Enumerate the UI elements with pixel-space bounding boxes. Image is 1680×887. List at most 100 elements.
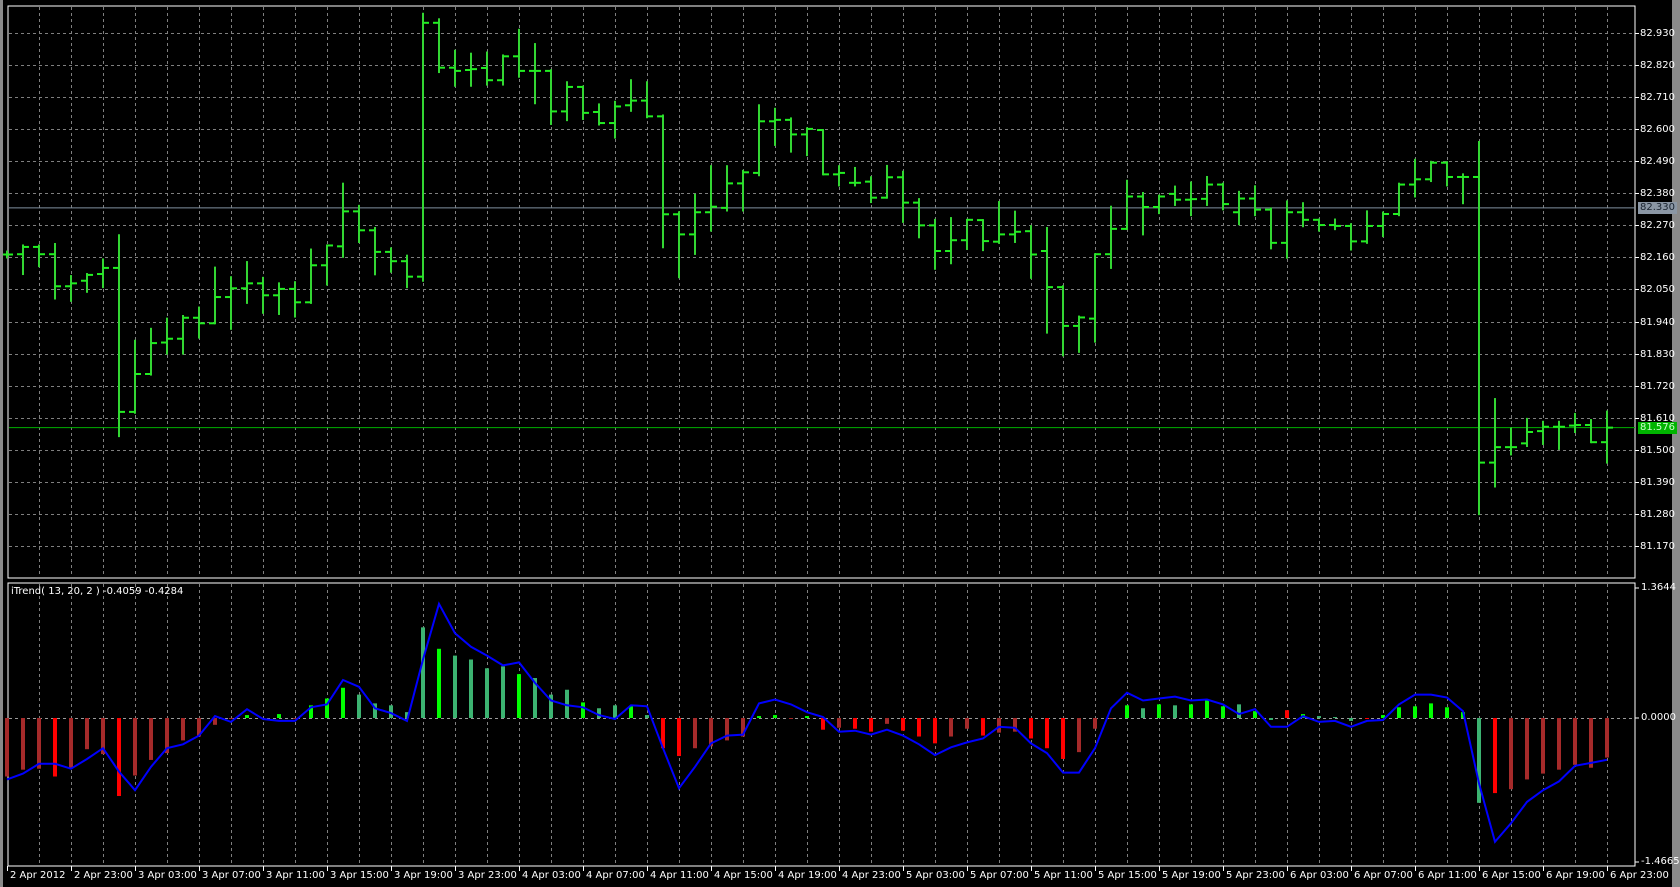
price-bar <box>593 103 605 126</box>
price-bar <box>1185 181 1197 217</box>
indicator-axis-label: -1.4665 <box>1641 856 1680 867</box>
indicator-histogram-bar <box>1605 718 1609 758</box>
indicator-histogram-bar <box>469 659 473 718</box>
price-bar <box>417 12 429 282</box>
price-bar <box>913 198 925 239</box>
indicator-histogram-bar <box>1269 718 1273 720</box>
price-bar <box>1393 182 1405 217</box>
price-axis-label: 82.930 <box>1640 27 1675 39</box>
indicator-histogram-bar <box>453 655 457 718</box>
indicator-histogram-bar <box>1589 718 1593 768</box>
level-price-label: 82.330 <box>1638 201 1677 214</box>
indicator-histogram-bar <box>773 715 777 718</box>
price-bar <box>1313 218 1325 232</box>
time-axis-label: 6 Apr 11:00 <box>1418 870 1477 881</box>
price-bar <box>113 234 125 438</box>
price-bar <box>321 244 333 286</box>
indicator-histogram-bar <box>341 687 345 718</box>
price-bar <box>817 129 829 176</box>
price-bar <box>1377 211 1389 238</box>
price-bar <box>481 51 493 86</box>
indicator-histogram-bar <box>1541 718 1545 774</box>
indicator-histogram-bar <box>1285 710 1289 718</box>
time-axis-label: 2 Apr 2012 <box>10 870 66 881</box>
time-axis-label: 5 Apr 15:00 <box>1098 870 1157 881</box>
indicator-histogram-bar <box>149 718 153 760</box>
indicator-histogram-bar <box>1109 718 1113 719</box>
indicator-histogram-bar <box>597 708 601 718</box>
indicator-histogram-bar <box>1141 708 1145 718</box>
time-axis-label: 4 Apr 11:00 <box>650 870 709 881</box>
price-bar <box>1137 192 1149 236</box>
time-axis-label: 4 Apr 19:00 <box>778 870 837 881</box>
indicator-histogram-bar <box>421 627 425 718</box>
time-axis-label: 3 Apr 07:00 <box>202 870 261 881</box>
indicator-axis-label: 1.3644 <box>1641 582 1676 593</box>
indicator-histogram-bar <box>1365 718 1369 719</box>
indicator-histogram-bar <box>1029 718 1033 739</box>
price-bar <box>1441 161 1453 187</box>
indicator-histogram-bar <box>917 718 921 737</box>
indicator-histogram-bar <box>789 718 793 719</box>
price-bar <box>1361 210 1373 244</box>
indicator-histogram-bar <box>1125 705 1129 718</box>
price-bar <box>1585 419 1597 444</box>
time-axis-label: 4 Apr 07:00 <box>586 870 645 881</box>
indicator-histogram-bar <box>901 718 905 731</box>
indicator-histogram-bar <box>1525 718 1529 780</box>
price-bar <box>1489 398 1501 488</box>
indicator-histogram-bar <box>1397 707 1401 718</box>
indicator-histogram-bar <box>437 648 441 718</box>
price-bar <box>673 211 685 279</box>
price-bar <box>977 219 989 252</box>
price-bar <box>49 243 61 300</box>
indicator-histogram-bar <box>1557 718 1561 770</box>
indicator-histogram-bar <box>229 718 233 719</box>
price-bar <box>1505 427 1517 456</box>
price-axis-label: 82.160 <box>1640 251 1675 263</box>
price-bar <box>1473 141 1485 516</box>
indicator-histogram-bar <box>1093 718 1097 729</box>
price-bar <box>161 317 173 355</box>
indicator-histogram-bar <box>805 716 809 718</box>
price-axis-label: 81.280 <box>1640 508 1675 520</box>
price-bar <box>1201 175 1213 206</box>
indicator-histogram-bar <box>357 694 361 718</box>
indicator-histogram-bar <box>5 718 9 777</box>
time-axis-label: 3 Apr 11:00 <box>266 870 325 881</box>
price-bar <box>1217 182 1229 211</box>
indicator-histogram-bar <box>1157 704 1161 718</box>
time-axis-label: 5 Apr 23:00 <box>1226 870 1285 881</box>
price-bar <box>1329 218 1341 231</box>
price-axis-label: 82.820 <box>1640 59 1675 71</box>
price-bar <box>1153 194 1165 215</box>
price-bar <box>97 258 109 289</box>
price-bar <box>1089 253 1101 343</box>
price-bar <box>577 85 589 120</box>
time-axis-label: 3 Apr 19:00 <box>394 870 453 881</box>
chart-window[interactable]: iTrend( 13, 20, 2 ) -0.4059 -0.4284 82.9… <box>0 0 1680 887</box>
price-bar <box>241 261 253 304</box>
price-bar <box>561 81 573 122</box>
price-bar <box>177 314 189 355</box>
price-bar <box>721 165 733 212</box>
price-bar <box>465 52 477 87</box>
price-bar <box>641 81 653 119</box>
price-bar <box>513 28 525 78</box>
price-bar <box>929 218 941 270</box>
indicator-histogram-bar <box>181 718 185 741</box>
price-bar <box>689 193 701 255</box>
time-axis-label: 6 Apr 19:00 <box>1546 870 1605 881</box>
price-bar <box>1105 205 1117 269</box>
time-axis-label: 6 Apr 07:00 <box>1354 870 1413 881</box>
indicator-histogram-bar <box>485 668 489 718</box>
indicator-histogram-bar <box>949 718 953 737</box>
price-bar <box>1121 179 1133 230</box>
price-axis-label: 81.170 <box>1640 540 1675 552</box>
price-chart-canvas[interactable] <box>3 0 1680 887</box>
price-bar <box>209 266 221 325</box>
indicator-histogram-bar <box>757 716 761 718</box>
indicator-histogram-bar <box>885 718 889 724</box>
price-bar <box>193 306 205 339</box>
time-axis-label: 5 Apr 07:00 <box>970 870 1029 881</box>
